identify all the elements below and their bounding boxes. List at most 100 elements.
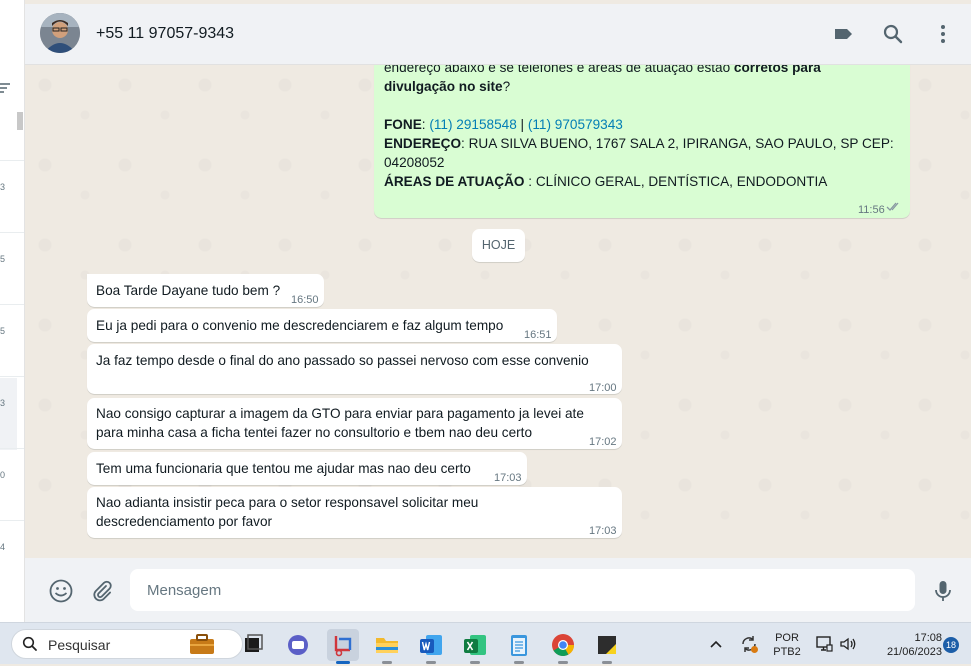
message-text: Nao adianta insistir peca para o setor r… (96, 495, 479, 510)
areas-label: ÁREAS DE ATUAÇÃO (384, 174, 525, 189)
network-icon[interactable] (814, 634, 834, 654)
message-text-segment: | (516, 117, 528, 132)
chat-list-scrollbar[interactable] (17, 112, 23, 130)
chat-list-item-fragment[interactable]: 5 (0, 326, 5, 336)
day-divider: HOJE (472, 229, 525, 262)
message-time: 17:03 (494, 472, 522, 484)
divider (0, 448, 24, 449)
clock[interactable]: 17:08 21/06/2023 (866, 631, 942, 659)
phone-link[interactable]: (11) 29158548 (429, 117, 516, 132)
chat-app-icon (288, 635, 308, 655)
microphone-icon[interactable] (930, 578, 956, 604)
chat-list-strip[interactable]: 3 5 5 3 0 4 (0, 0, 25, 622)
message-text: Eu ja pedi para o convenio me descredenc… (96, 318, 504, 333)
message-time: 11:56 (858, 204, 885, 216)
areas-value: : CLÍNICO GERAL, DENTÍSTICA, ENDODONTIA (524, 174, 828, 189)
incoming-message[interactable]: Nao consigo capturar a imagem da GTO par… (87, 398, 622, 449)
os-taskbar: Pesquisar POR PTB2 17:08 21/06/2023 18 (0, 622, 971, 664)
divider (0, 304, 24, 305)
clock-time: 17:08 (914, 632, 942, 644)
avatar-photo (40, 13, 80, 53)
filter-icon[interactable] (0, 82, 12, 94)
chat-list-selected-item[interactable] (0, 378, 17, 450)
teams-app[interactable] (282, 629, 314, 661)
word-icon (420, 635, 442, 655)
word-app[interactable] (415, 629, 447, 664)
menu-icon[interactable] (931, 22, 955, 46)
excel-icon (464, 635, 486, 655)
chrome-icon (552, 634, 574, 656)
attach-icon[interactable] (89, 578, 115, 604)
notepad-icon (511, 635, 527, 656)
file-explorer-app[interactable] (371, 629, 403, 664)
outgoing-message[interactable]: endereço abaixo e se telefones e áreas d… (374, 65, 910, 218)
folder-icon (376, 638, 398, 653)
message-text: endereço abaixo e se telefones e áreas d… (384, 65, 904, 191)
divider (0, 232, 24, 233)
emoji-icon[interactable] (48, 578, 74, 604)
search-icon (22, 636, 37, 651)
language-code: POR (775, 632, 799, 644)
message-text: para minha casa a ficha tentei fazer no … (96, 425, 533, 440)
incoming-message[interactable]: Boa Tarde Dayane tudo bem ? 16:50 (87, 274, 324, 307)
message-text: Boa Tarde Dayane tudo bem ? (96, 283, 281, 298)
message-text: descredenciamento por favor (96, 514, 273, 529)
message-bold-text: divulgação no site (384, 79, 503, 94)
message-bold-text: corretos para (733, 65, 821, 75)
notification-badge[interactable]: 18 (943, 637, 959, 653)
briefcase-icon (190, 634, 214, 654)
taskbar-search-placeholder: Pesquisar (48, 637, 111, 653)
taskbar-search-box[interactable]: Pesquisar (11, 629, 243, 659)
clock-date: 21/06/2023 (886, 646, 942, 658)
incoming-message[interactable]: Ja faz tempo desde o final do ano passad… (87, 344, 622, 394)
volume-icon[interactable] (838, 634, 858, 654)
message-text-segment: ? (502, 79, 511, 94)
task-view-icon (245, 634, 263, 652)
message-time: 17:00 (589, 382, 617, 394)
message-time: 16:51 (524, 329, 552, 341)
message-time: 17:02 (589, 436, 617, 448)
message-text: Ja faz tempo desde o final do ano passad… (96, 353, 589, 368)
address-value: 04208052 (384, 155, 445, 170)
sticky-notes-app[interactable] (591, 629, 623, 664)
incoming-message[interactable]: Nao adianta insistir peca para o setor r… (87, 487, 622, 538)
contact-avatar[interactable] (40, 13, 80, 53)
divider (0, 376, 24, 377)
message-input[interactable] (130, 569, 915, 611)
phone-label: FONE (384, 117, 422, 132)
snipping-tool-app[interactable] (327, 629, 359, 664)
chevron-up-icon[interactable] (709, 639, 723, 649)
snipping-tool-icon (334, 636, 352, 657)
contact-name[interactable]: +55 11 97057-9343 (96, 25, 234, 43)
address-label: ENDEREÇO (384, 136, 462, 151)
incoming-message[interactable]: Eu ja pedi para o convenio me descredenc… (87, 309, 557, 342)
chat-list-item-fragment[interactable]: 4 (0, 542, 5, 552)
incoming-message[interactable]: Tem uma funcionaria que tentou me ajudar… (87, 452, 527, 485)
sticky-notes-icon (598, 636, 616, 654)
sync-icon[interactable] (738, 633, 760, 655)
chrome-app[interactable] (547, 629, 579, 664)
divider (0, 160, 24, 161)
task-view-app[interactable] (237, 629, 269, 661)
chat-messages-area[interactable]: endereço abaixo e se telefones e áreas d… (25, 65, 971, 558)
message-text: Tem uma funcionaria que tentou me ajudar… (96, 461, 471, 476)
notepad-app[interactable] (503, 629, 535, 664)
input-language[interactable]: POR PTB2 (770, 631, 804, 659)
label-icon[interactable] (831, 22, 855, 46)
excel-app[interactable] (459, 629, 491, 664)
read-ticks-icon (886, 202, 899, 211)
message-text-segment: endereço abaixo e se telefones e áreas d… (384, 65, 734, 75)
chat-list-item-fragment[interactable]: 3 (0, 182, 5, 192)
chat-header: +55 11 97057-9343 (25, 4, 971, 65)
message-time: 17:03 (589, 525, 617, 537)
chat-list-item-fragment[interactable]: 3 (0, 398, 5, 408)
message-composer (25, 558, 971, 622)
keyboard-layout: PTB2 (773, 646, 801, 658)
address-value: : RUA SILVA BUENO, 1767 SALA 2, IPIRANGA… (461, 136, 894, 151)
chat-list-item-fragment[interactable]: 0 (0, 470, 5, 480)
chat-list-item-fragment[interactable]: 5 (0, 254, 5, 264)
message-text: Nao consigo capturar a imagem da GTO par… (96, 406, 584, 421)
divider (0, 520, 24, 521)
phone-link[interactable]: (11) 970579343 (528, 117, 623, 132)
search-icon[interactable] (881, 22, 905, 46)
